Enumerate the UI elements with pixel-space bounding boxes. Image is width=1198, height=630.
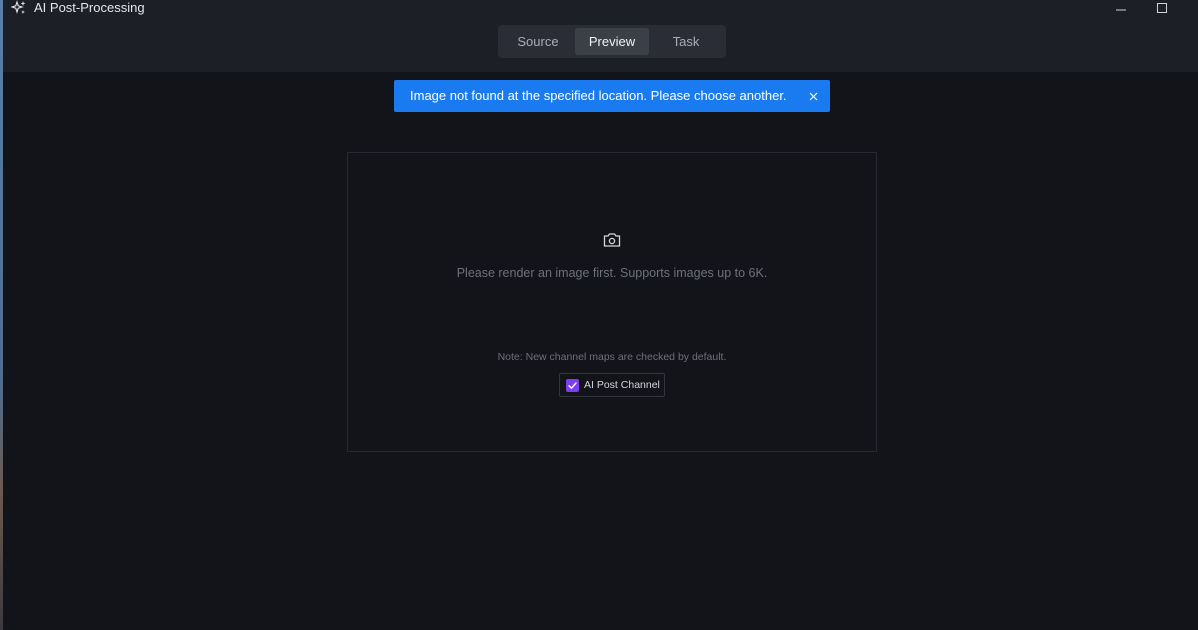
error-toast: Image not found at the specified locatio… (394, 80, 830, 112)
empty-state-message: Please render an image first. Supports i… (456, 266, 768, 280)
desktop-edge (0, 0, 3, 630)
tab-source[interactable]: Source (501, 28, 575, 55)
channel-label: AI Post Channel (584, 379, 660, 391)
close-icon[interactable] (806, 89, 820, 103)
toast-message: Image not found at the specified locatio… (410, 88, 787, 103)
sparkle-icon (10, 0, 27, 16)
view-tabs: Source Preview Task (498, 25, 726, 58)
preview-panel[interactable]: Please render an image first. Supports i… (347, 152, 877, 452)
camera-icon (602, 231, 622, 249)
check-icon[interactable] (566, 378, 579, 392)
maximize-button[interactable] (1151, 0, 1173, 16)
channel-note: Note: New channel maps are checked by de… (497, 351, 727, 363)
window-title: AI Post-Processing (34, 0, 145, 15)
ai-post-channel-checkbox[interactable]: AI Post Channel (559, 373, 665, 397)
tab-preview[interactable]: Preview (575, 28, 649, 55)
minimize-button[interactable] (1110, 0, 1132, 16)
tab-task[interactable]: Task (649, 28, 723, 55)
title-bar: AI Post-Processing Source Preview Task (3, 0, 1198, 72)
